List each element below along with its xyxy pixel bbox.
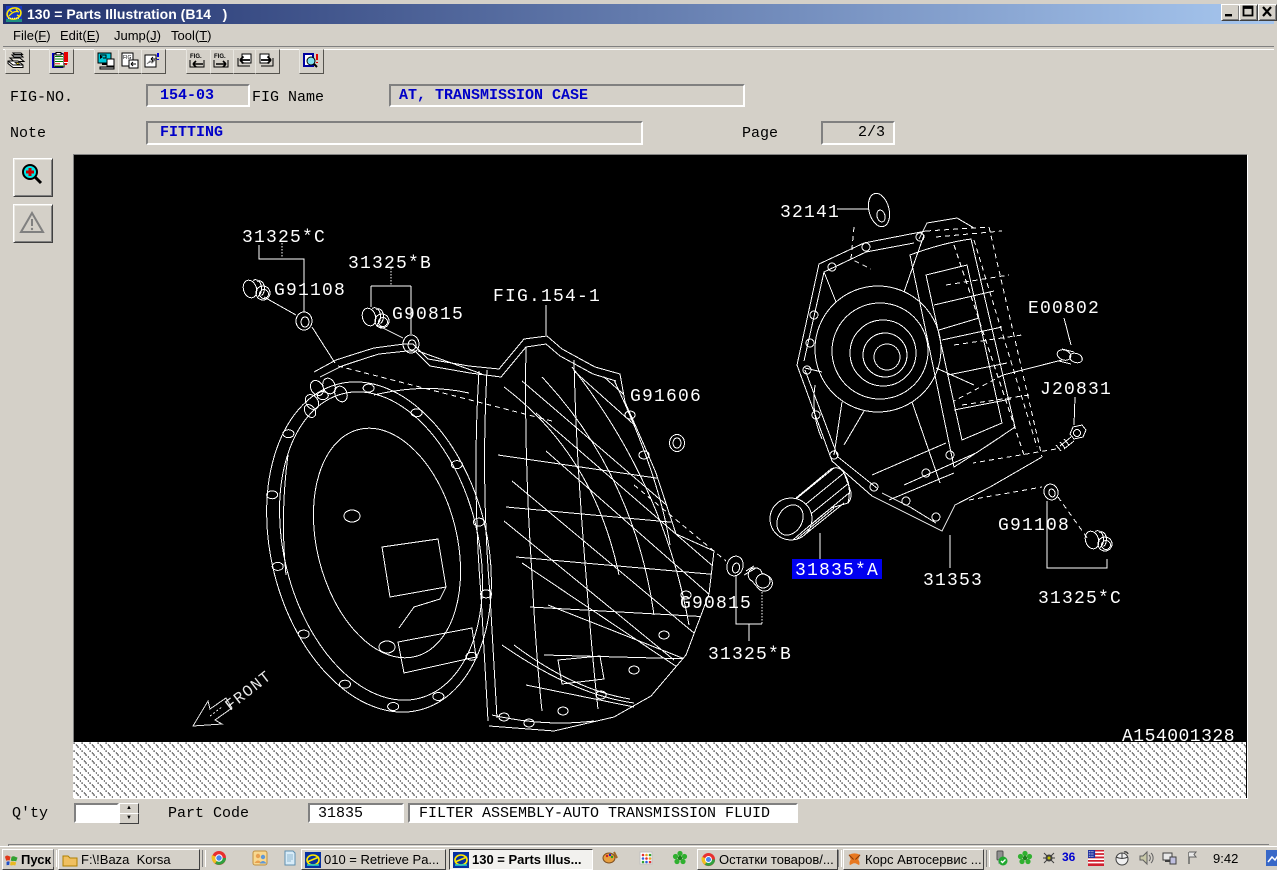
svg-text:J20831: J20831 [1040, 380, 1112, 400]
svg-text:G91108: G91108 [998, 516, 1070, 536]
svg-text:G91606: G91606 [630, 387, 702, 407]
svg-text:31353: 31353 [923, 571, 983, 591]
svg-text:E00802: E00802 [1028, 299, 1100, 319]
svg-text:FIG.: FIG. [190, 54, 202, 60]
svg-text:31835*A: 31835*A [795, 561, 879, 581]
svg-text:G91108: G91108 [274, 281, 346, 301]
svg-text:32141: 32141 [780, 203, 840, 223]
svg-text:FRONT: FRONT [222, 668, 276, 715]
svg-text:31325*B: 31325*B [708, 645, 792, 665]
svg-text:G90815: G90815 [680, 594, 752, 614]
svg-text:FIG.: FIG. [214, 54, 226, 60]
svg-text:FIG.154-1: FIG.154-1 [493, 287, 601, 307]
svg-text:G90815: G90815 [392, 305, 464, 325]
svg-text:31325*C: 31325*C [1038, 589, 1122, 609]
svg-text:31325*C: 31325*C [242, 228, 326, 248]
svg-text:31325*B: 31325*B [348, 254, 432, 274]
